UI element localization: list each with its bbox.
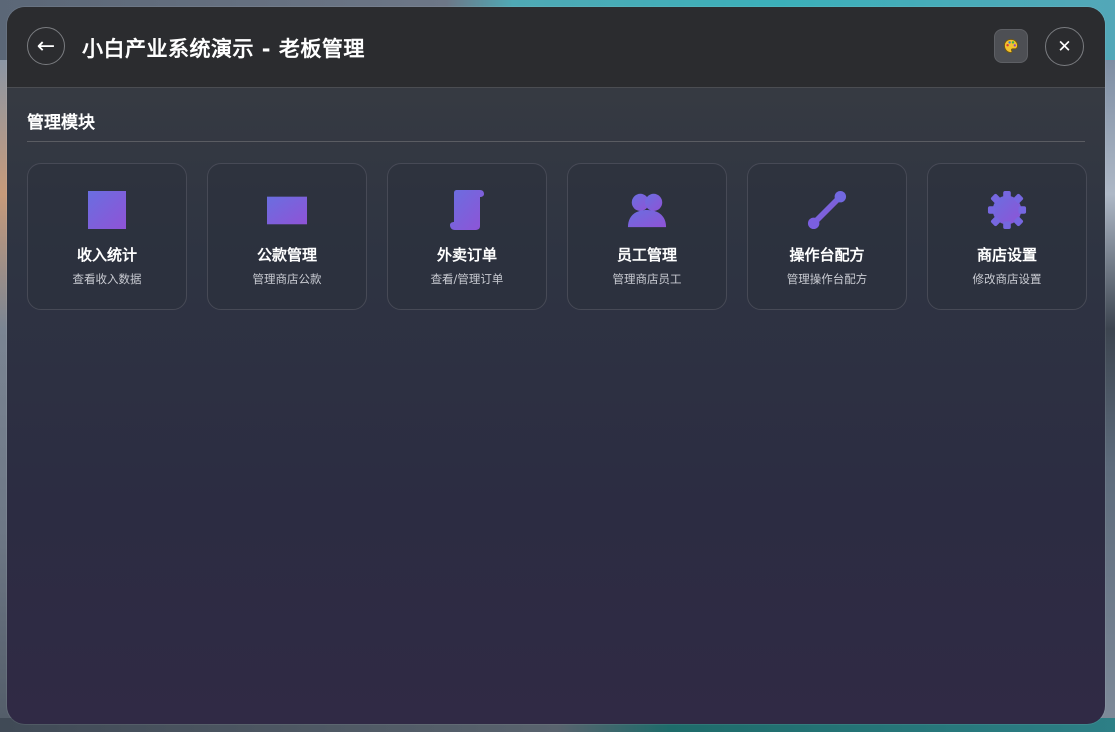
module-label: 操作台配方 [789, 246, 865, 264]
module-description: 管理商店公款 [252, 272, 322, 286]
module-card-orders[interactable]: 外卖订单 查看/管理订单 [387, 163, 547, 310]
users-icon [627, 190, 667, 230]
module-grid: 收入统计 查看收入数据 公款管理 管理商店公款 外卖订单 查看/管理订单 员工管… [27, 163, 1087, 310]
module-card-income[interactable]: 收入统计 查看收入数据 [27, 163, 187, 310]
module-label: 商店设置 [976, 246, 1037, 264]
section-title: 管理模块 [27, 113, 95, 133]
chart-square-icon [87, 190, 127, 230]
money-rectangle-icon [267, 190, 307, 230]
module-description: 查看收入数据 [72, 272, 142, 286]
module-description: 管理商店员工 [612, 272, 682, 286]
close-icon: ✕ [1057, 36, 1072, 57]
module-description: 管理操作台配方 [786, 272, 868, 286]
cog-icon [987, 190, 1027, 230]
module-label: 收入统计 [76, 246, 137, 264]
module-label: 外卖订单 [436, 246, 497, 264]
module-description: 查看/管理订单 [430, 272, 504, 286]
close-button[interactable]: ✕ [1045, 27, 1084, 66]
module-label: 公款管理 [256, 246, 317, 264]
section-divider [27, 141, 1085, 142]
boss-management-window: ← 小白产业系统演示 - 老板管理 ✕ 管理模块 收入统计 查看收入数据 公款管… [7, 7, 1105, 724]
theme-button[interactable] [994, 29, 1028, 63]
palette-icon [1004, 39, 1018, 53]
module-card-staff[interactable]: 员工管理 管理商店员工 [567, 163, 727, 310]
module-card-settings[interactable]: 商店设置 修改商店设置 [927, 163, 1087, 310]
window-header: ← 小白产业系统演示 - 老板管理 ✕ [7, 7, 1105, 88]
module-label: 员工管理 [616, 246, 677, 264]
back-arrow-icon: ← [36, 33, 56, 59]
back-button[interactable]: ← [27, 27, 65, 65]
bone-icon [807, 190, 847, 230]
module-card-funds[interactable]: 公款管理 管理商店公款 [207, 163, 367, 310]
window-title: 小白产业系统演示 - 老板管理 [82, 37, 365, 61]
scroll-icon [447, 190, 487, 230]
module-card-recipes[interactable]: 操作台配方 管理操作台配方 [747, 163, 907, 310]
module-description: 修改商店设置 [972, 272, 1042, 286]
